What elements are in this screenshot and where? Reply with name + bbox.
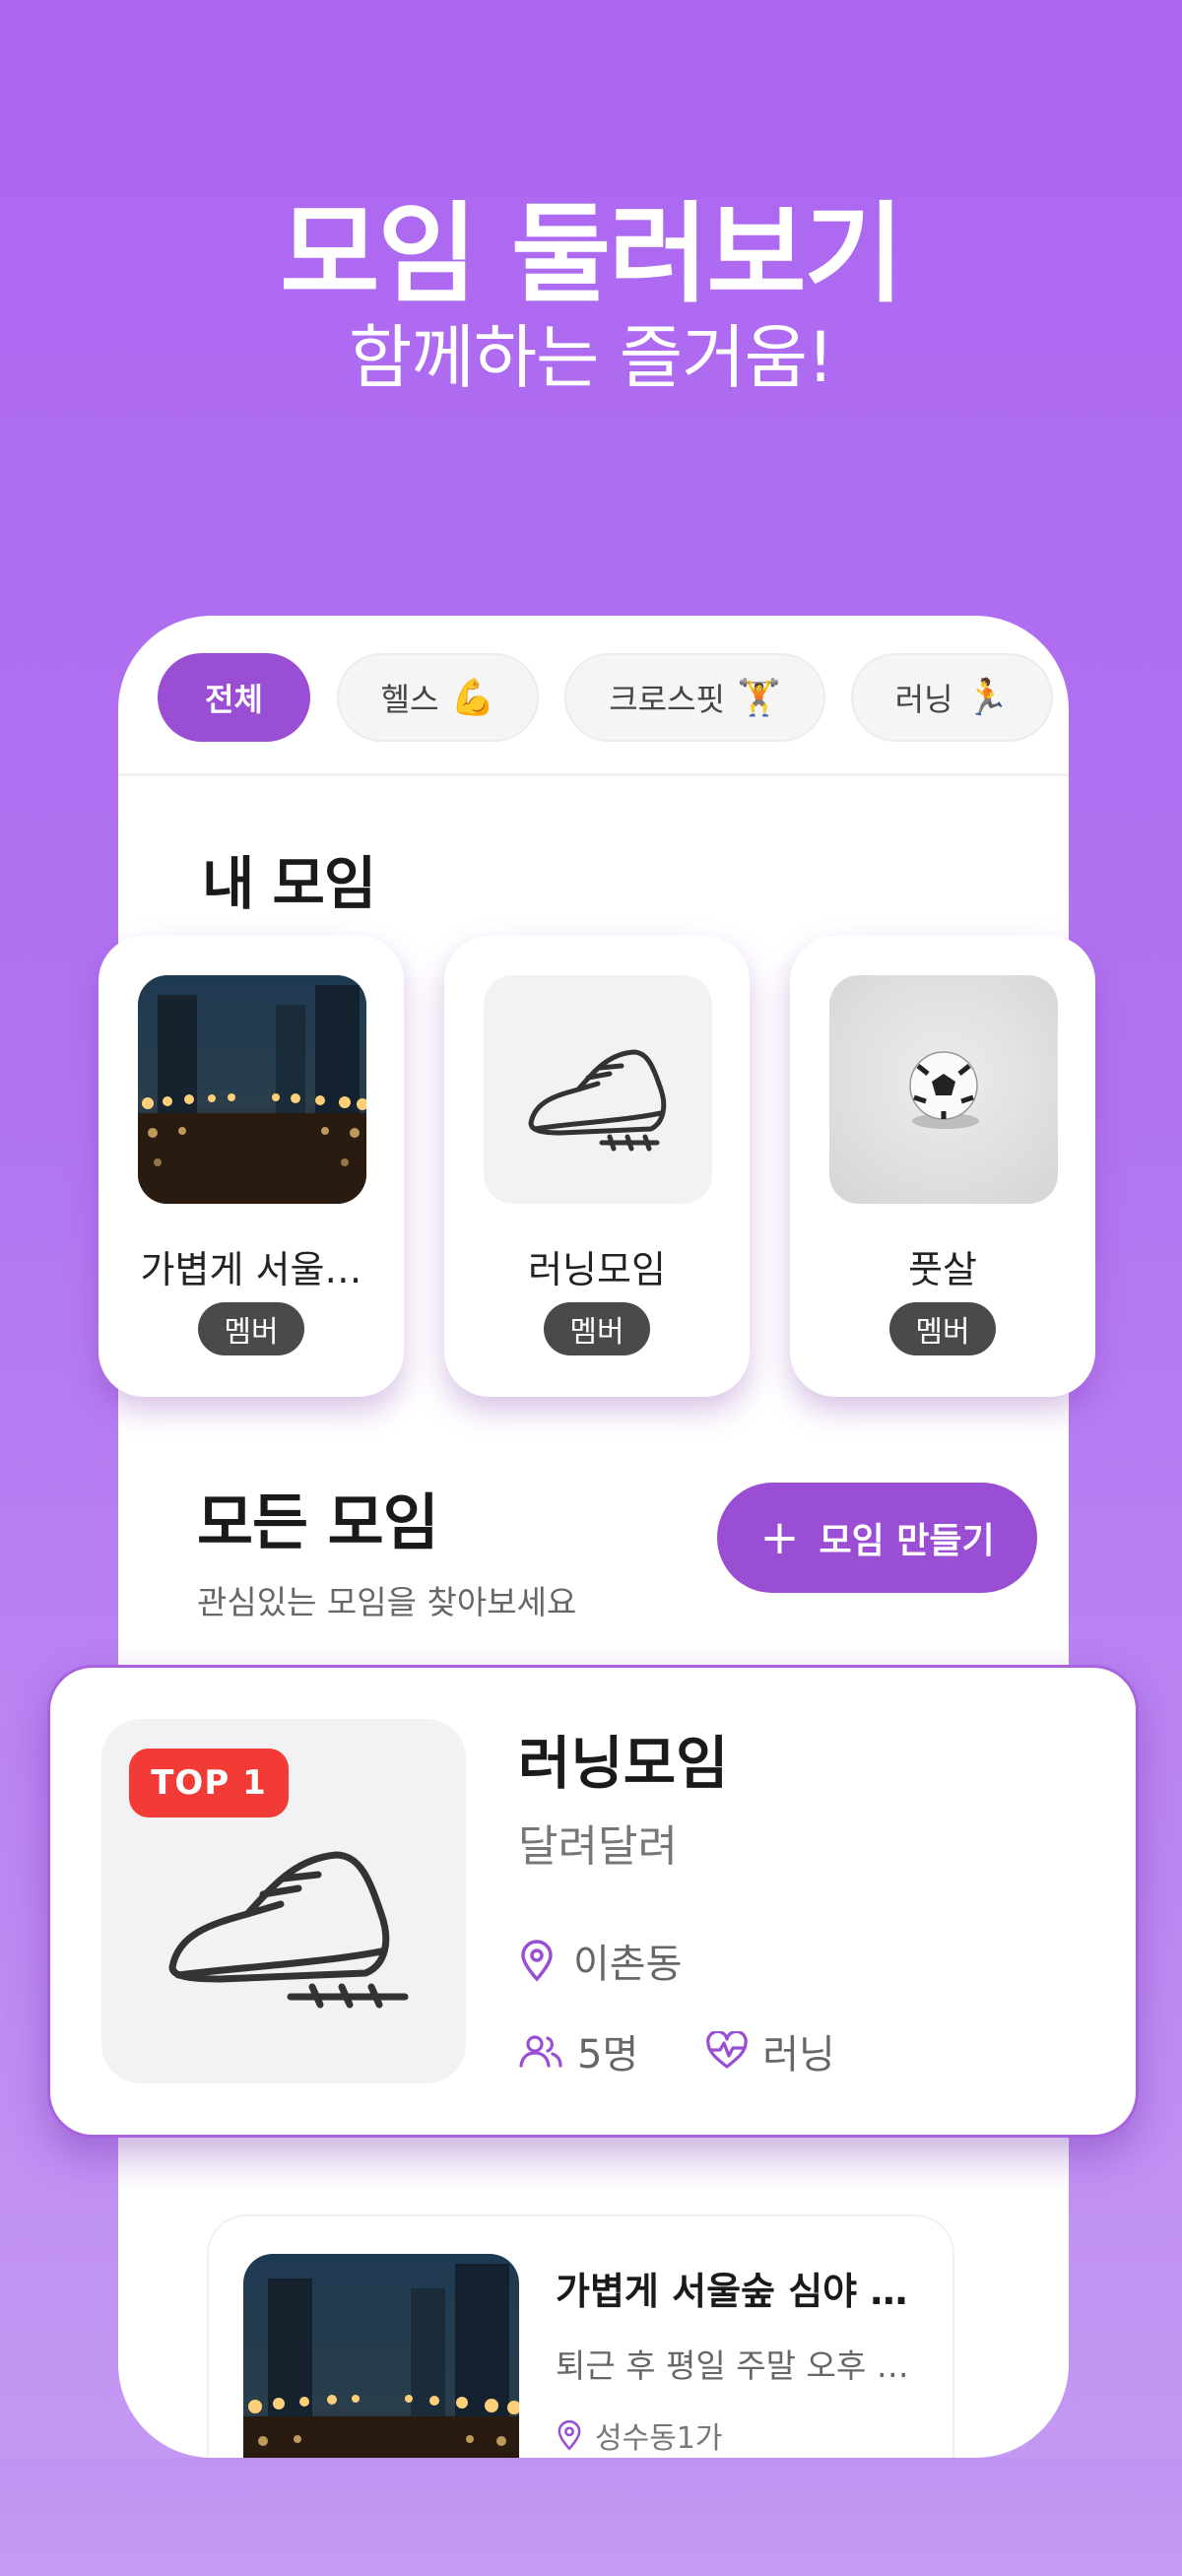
create-group-button[interactable]: + 모임 만들기 [717,1483,1037,1593]
group-thumbnail [138,975,366,1204]
group-name: 러닝모임 [528,1248,666,1291]
chip-label: 크로스핏 [609,681,725,718]
group-location: 이촌동 [518,1932,682,1989]
chip-running[interactable]: 러닝 🏃 [851,653,1053,742]
running-shoe-icon: TOP 1 [101,1719,466,2083]
chip-crossfit[interactable]: 크로스핏 🏋 [564,653,825,742]
running-shoe-icon [484,975,712,1204]
runner-icon: 🏃 [964,678,1010,718]
my-groups-title: 내 모임 [202,850,376,917]
plus-icon: + [759,1510,800,1565]
all-groups-subtitle: 관심있는 모임을 찾아보세요 [197,1583,577,1621]
page-title: 모임 둘러보기 [280,191,904,317]
chip-label: 러닝 [894,681,953,718]
flexed-bicep-icon: 💪 [450,678,495,718]
soccer-ball-image [829,975,1058,1204]
chip-label: 전체 [205,681,263,718]
location-pin-icon [558,2419,581,2451]
group-name: 풋살 [908,1248,977,1291]
group-description: 퇴근 후 평일 주말 오후 1… [556,2346,925,2385]
group-location: 성수동1가 [556,2413,723,2457]
member-badge: 멤버 [544,1302,650,1355]
member-badge: 멤버 [889,1302,996,1355]
member-count: 5명 [577,2032,639,2078]
chip-health[interactable]: 헬스 💪 [337,653,539,742]
my-group-card[interactable]: 풋살 멤버 [790,936,1095,1397]
group-name: 러닝모임 [518,1730,729,1797]
members-icon [519,2035,562,2068]
group-name: 가볍게 서울… [140,1248,362,1291]
member-badge: 멤버 [198,1302,304,1355]
category-chips: 전체 헬스 💪 크로스핏 🏋 러닝 🏃 [158,653,1069,744]
bottom-background [0,2458,1182,2576]
weightlifter-icon: 🏋 [736,678,781,718]
my-group-card[interactable]: 가볍게 서울… 멤버 [98,936,404,1397]
category-label: 러닝 [762,2032,835,2078]
chip-all[interactable]: 전체 [158,653,310,742]
my-group-card[interactable]: 러닝모임 멤버 [444,936,750,1397]
location-label: 성수동1가 [595,2421,723,2456]
chip-label: 헬스 [380,681,439,718]
group-description: 달려달려 [518,1821,678,1872]
featured-group-card[interactable]: TOP 1 러닝모임 달려달려 이촌동 5명 러닝 [47,1665,1139,2138]
divider [118,773,1069,776]
heart-pulse-icon [706,2031,749,2069]
create-group-label: 모임 만들기 [819,1521,995,1561]
location-pin-icon [521,1940,553,1982]
page-subtitle: 함께하는 즐거움! [348,317,834,398]
group-name: 가볍게 서울숲 심야 … [556,2270,908,2313]
group-meta: 5명 러닝 [518,2022,835,2080]
rank-badge: TOP 1 [129,1749,289,1817]
location-label: 이촌동 [573,1942,683,1987]
all-groups-title: 모든 모임 [197,1486,439,1558]
